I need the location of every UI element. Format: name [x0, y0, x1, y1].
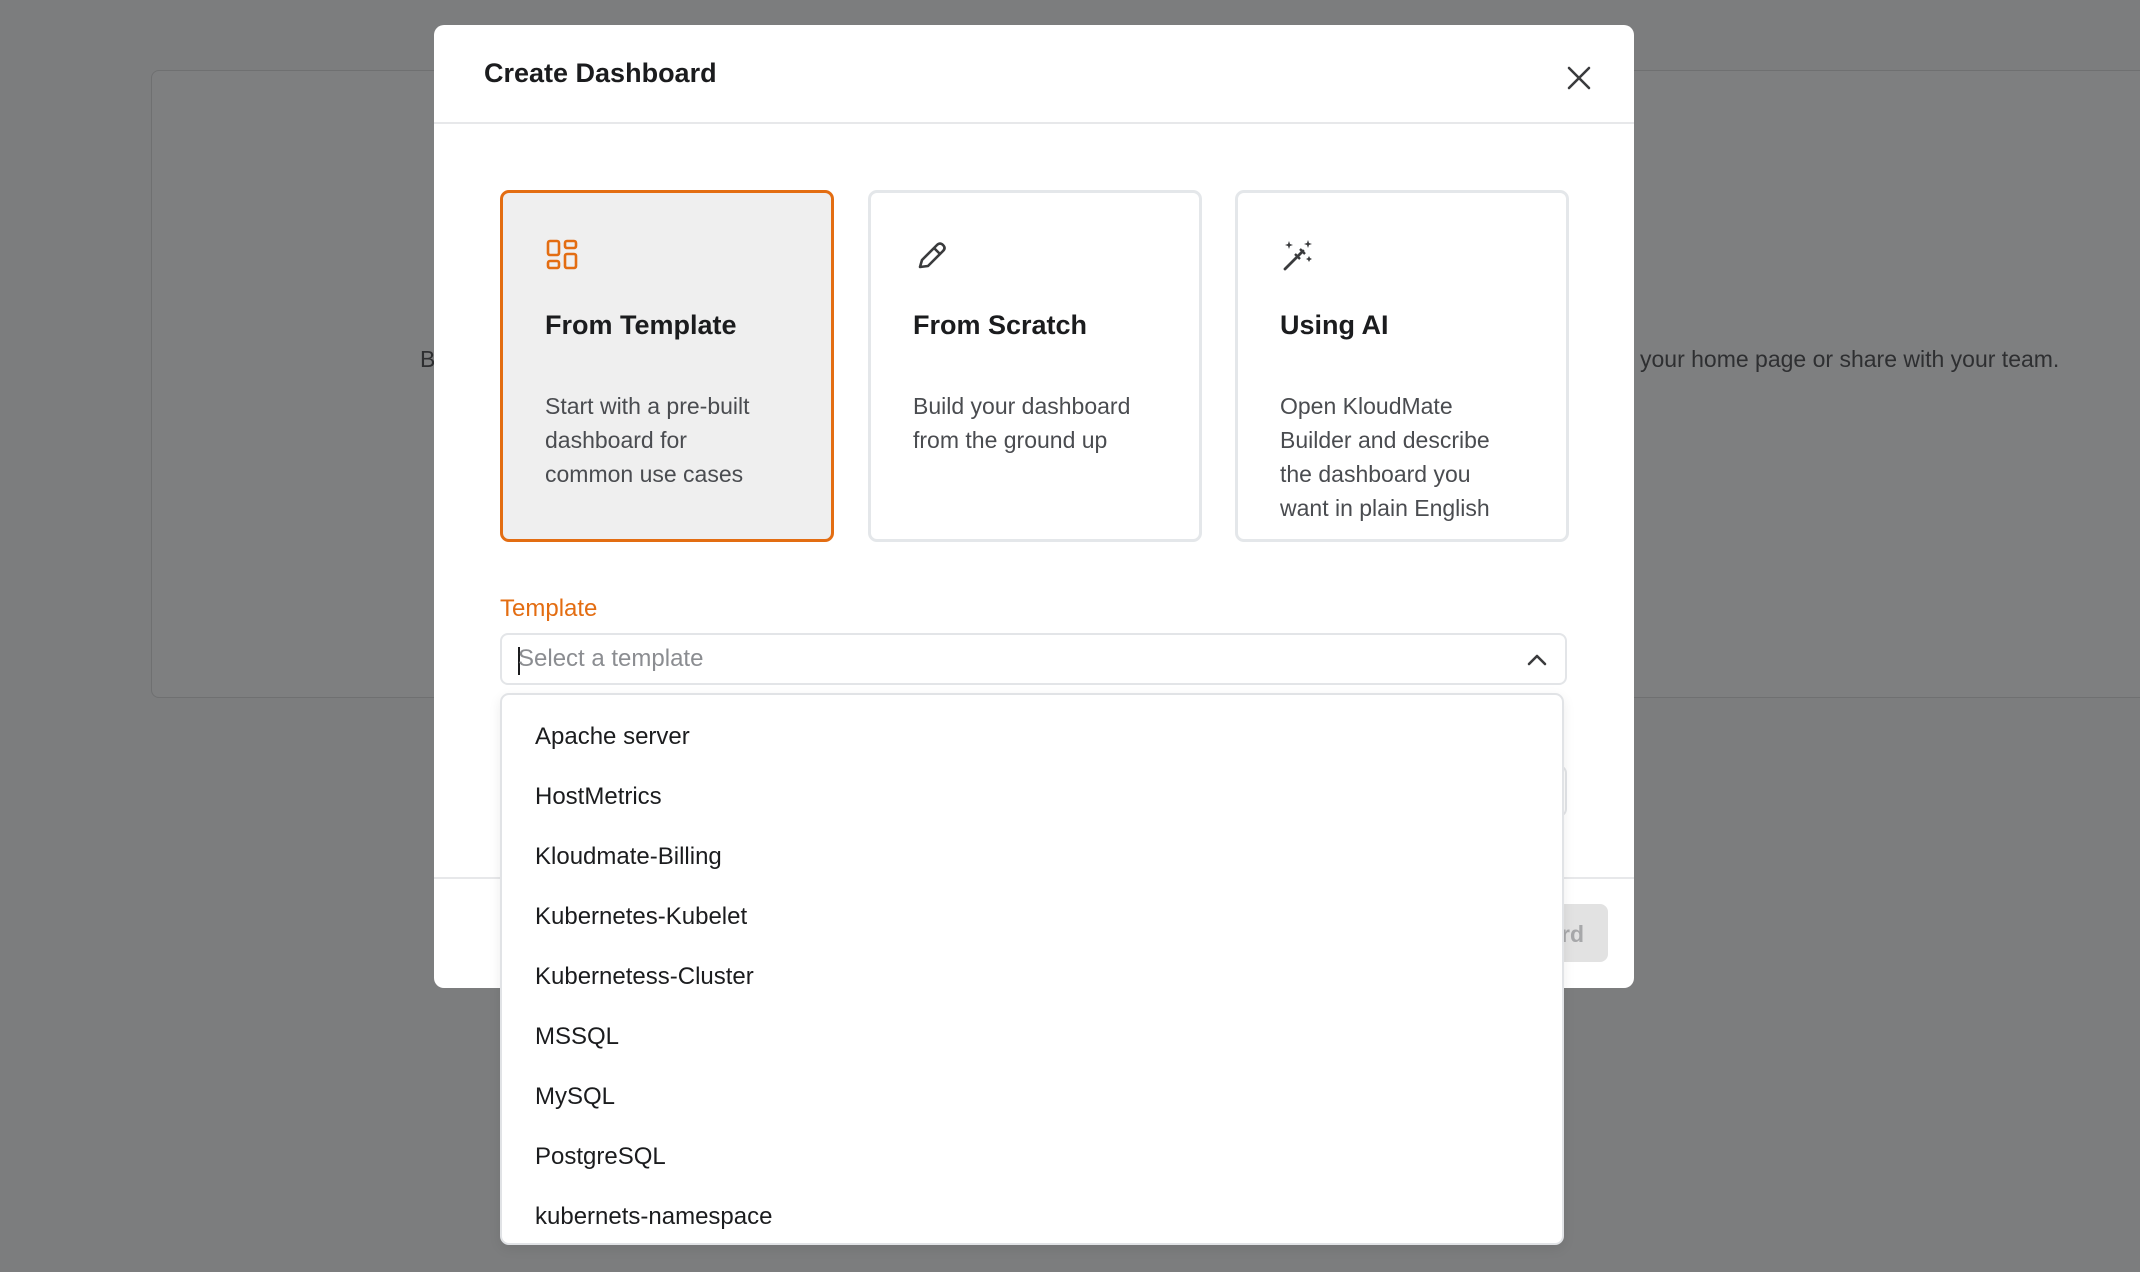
- dropdown-option-kubernetes-kubelet[interactable]: Kubernetes-Kubelet: [502, 887, 1562, 947]
- option-using-ai[interactable]: Using AI Open KloudMate Builder and desc…: [1235, 190, 1569, 542]
- close-button[interactable]: [1564, 63, 1594, 93]
- template-search-input[interactable]: [518, 635, 1498, 683]
- option-title: From Scratch: [913, 310, 1088, 340]
- template-grid-icon: [546, 239, 578, 270]
- dropdown-option-mysql[interactable]: MySQL: [502, 1067, 1562, 1127]
- magic-wand-icon: [1283, 240, 1312, 271]
- background-description: your home page or share with your team.: [1640, 346, 2060, 372]
- template-dropdown-list: Apache server HostMetrics Kloudmate-Bill…: [500, 693, 1564, 1245]
- dropdown-option-kloudmate-billing[interactable]: Kloudmate-Billing: [502, 827, 1562, 887]
- pencil-icon: [918, 242, 946, 269]
- template-select[interactable]: [500, 633, 1567, 685]
- dropdown-option-kubernets-namespace[interactable]: kubernets-namespace: [502, 1187, 1562, 1247]
- dropdown-option-apache-server[interactable]: Apache server: [502, 707, 1562, 767]
- chevron-up-icon[interactable]: [1526, 649, 1548, 671]
- modal-title: Create Dashboard: [484, 58, 717, 88]
- modal-header: Create Dashboard: [434, 25, 1634, 124]
- option-title: From Template: [545, 310, 737, 340]
- dropdown-option-postgresql[interactable]: PostgreSQL: [502, 1127, 1562, 1187]
- option-title: Using AI: [1280, 310, 1389, 340]
- option-description: Start with a pre-built dashboard for com…: [545, 393, 750, 487]
- dropdown-option-kubernetess-cluster[interactable]: Kubernetess-Cluster: [502, 947, 1562, 1007]
- dropdown-option-hostmetrics[interactable]: HostMetrics: [502, 767, 1562, 827]
- dropdown-option-mssql[interactable]: MSSQL: [502, 1007, 1562, 1067]
- option-description: Build your dashboard from the ground up: [913, 393, 1131, 453]
- option-description: Open KloudMate Builder and describe the …: [1280, 393, 1490, 521]
- option-from-scratch[interactable]: From Scratch Build your dashboard from t…: [868, 190, 1202, 542]
- option-from-template[interactable]: From Template Start with a pre-built das…: [500, 190, 834, 542]
- close-icon: [1567, 66, 1591, 90]
- template-label: Template: [500, 595, 598, 622]
